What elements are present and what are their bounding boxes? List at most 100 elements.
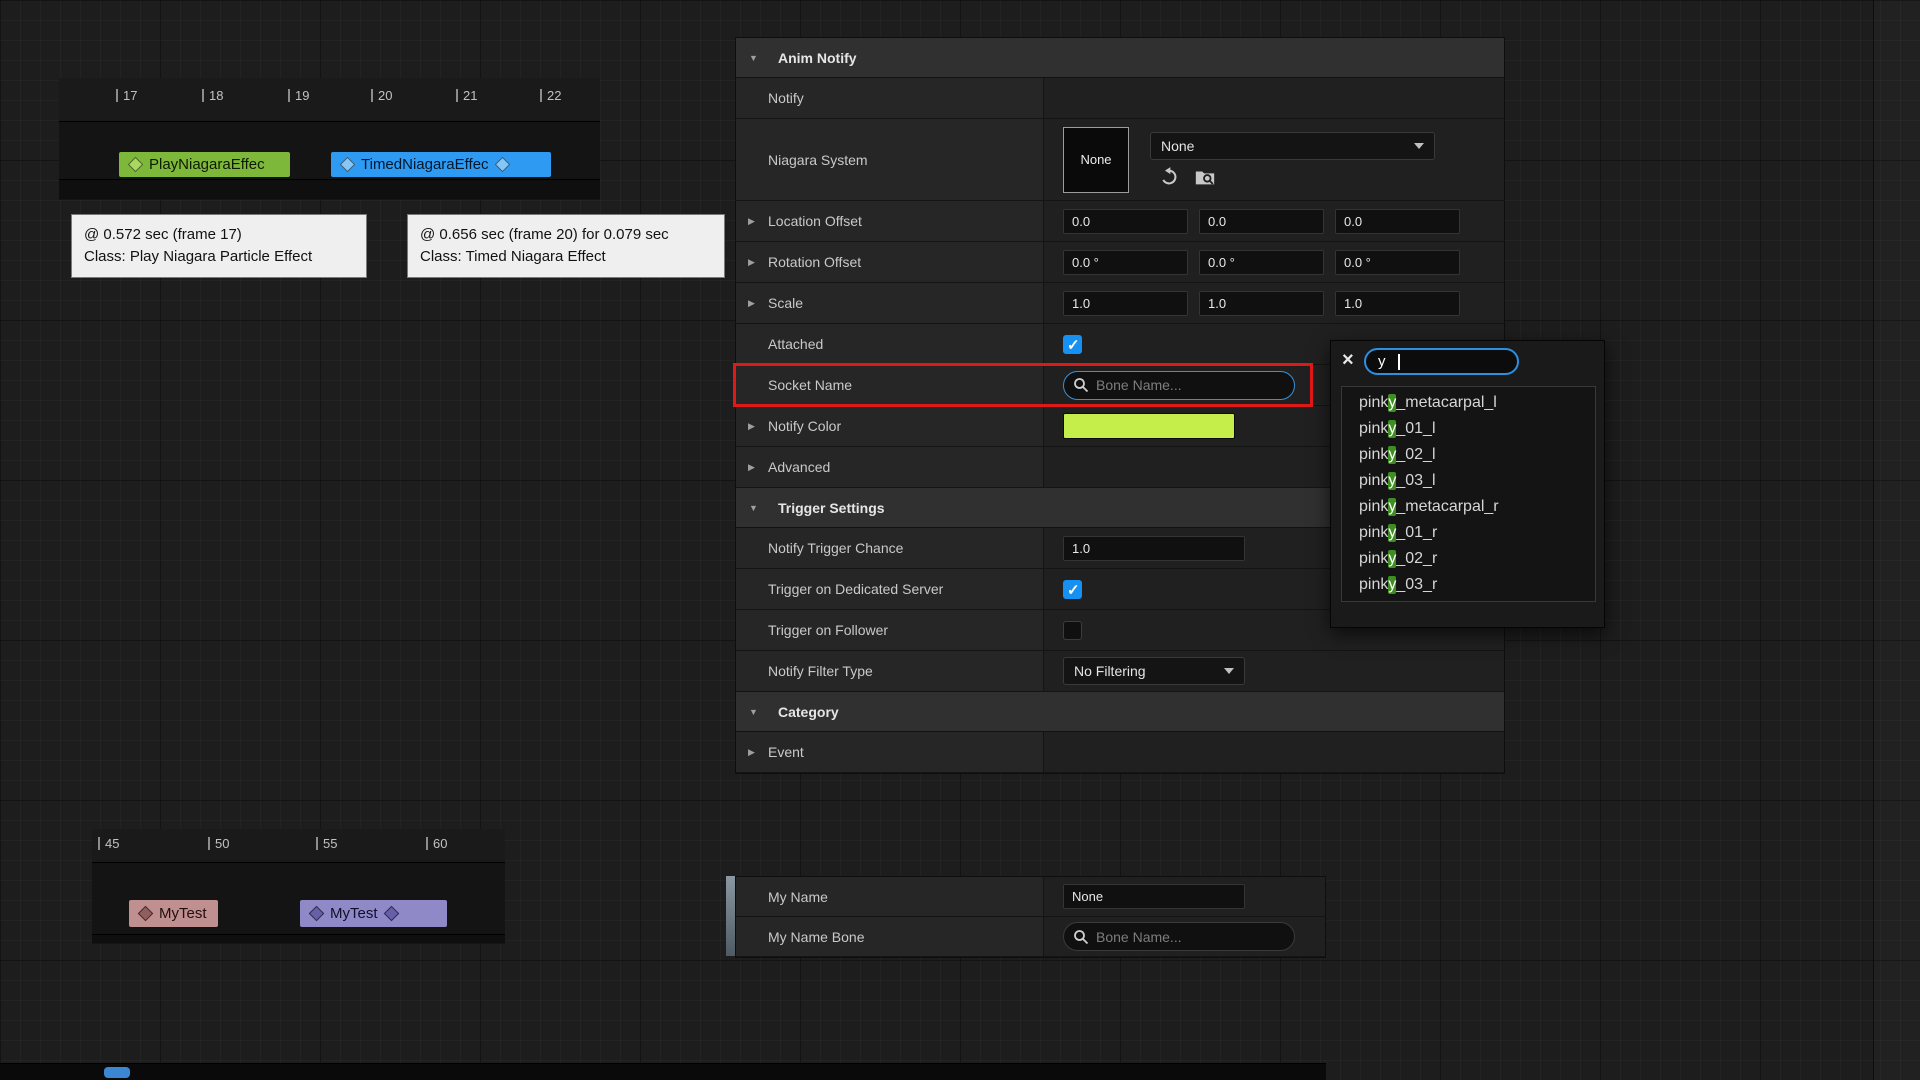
section-anim-notify[interactable]: Anim Notify (736, 38, 1504, 78)
row-label: Location Offset (768, 213, 862, 229)
browse-to-asset-icon[interactable] (1194, 166, 1216, 188)
location-offset-x-field[interactable]: 0.0 (1063, 209, 1188, 234)
socket-name-search[interactable] (1063, 371, 1295, 400)
notify-lane[interactable]: MyTest MyTest (92, 863, 505, 943)
notify-filter-type-dropdown[interactable]: No Filtering (1063, 657, 1245, 685)
bone-option[interactable]: pinky_metacarpal_r (1342, 494, 1595, 520)
frame-tick: 22 (547, 89, 561, 102)
my-name-field[interactable]: None (1063, 884, 1245, 909)
row-label: Advanced (768, 459, 830, 475)
timeline-ruler[interactable]: 17 18 19 20 21 22 (59, 78, 600, 122)
scale-y-field[interactable]: 1.0 (1199, 291, 1324, 316)
notify-track-top: 17 18 19 20 21 22 PlayNiagaraEffec Timed… (59, 78, 600, 200)
section-title: Trigger Settings (778, 500, 885, 516)
frame-tick: 55 (323, 837, 337, 850)
trigger-on-follower-checkbox[interactable] (1063, 621, 1082, 640)
notify-trigger-chance-field[interactable]: 1.0 (1063, 536, 1245, 561)
trigger-on-dedicated-server-checkbox[interactable] (1063, 580, 1082, 599)
location-offset-y-field[interactable]: 0.0 (1199, 209, 1324, 234)
frame-tick: 19 (295, 89, 309, 102)
row-my-name: My Name None (736, 877, 1325, 917)
triangle-right-icon[interactable] (748, 421, 768, 432)
tooltip-time: @ 0.572 sec (frame 17) (84, 224, 354, 246)
row-label: Notify Color (768, 418, 841, 434)
close-icon[interactable]: × (1342, 350, 1354, 370)
horizontal-scrollbar[interactable] (0, 1063, 1326, 1080)
row-label: Niagara System (768, 152, 868, 168)
notify-handle-icon[interactable] (138, 906, 154, 922)
notify-label: MyTest (156, 905, 210, 922)
row-label: Scale (768, 295, 803, 311)
niagara-asset-dropdown[interactable]: None (1150, 132, 1435, 160)
row-label: Notify Filter Type (768, 663, 873, 679)
notify-handle-icon[interactable] (309, 906, 325, 922)
triangle-down-icon[interactable] (749, 503, 769, 513)
notify-timed-niagara-effect[interactable]: TimedNiagaraEffec (331, 152, 551, 177)
bone-option[interactable]: pinky_01_r (1342, 520, 1595, 546)
row-notify-filter-type: Notify Filter Type No Filtering (736, 651, 1504, 692)
row-notify: Notify (736, 78, 1504, 119)
bone-filter-input[interactable] (1378, 353, 1398, 370)
bone-option[interactable]: pinky_03_l (1342, 468, 1595, 494)
my-name-bone-input[interactable] (1096, 929, 1285, 945)
triangle-right-icon[interactable] (748, 747, 768, 758)
bone-picker-popup: × pinky_metacarpal_l pinky_01_l pinky_02… (1330, 340, 1605, 628)
notify-handle-icon[interactable] (340, 157, 356, 173)
frame-tick: 17 (123, 89, 137, 102)
row-label: Notify (768, 90, 804, 106)
search-icon (1073, 377, 1089, 393)
triangle-right-icon[interactable] (748, 298, 768, 309)
use-selected-asset-icon[interactable] (1158, 166, 1180, 188)
notify-mytest-1[interactable]: MyTest (129, 900, 218, 927)
scale-z-field[interactable]: 1.0 (1335, 291, 1460, 316)
bone-option[interactable]: pinky_02_l (1342, 442, 1595, 468)
tooltip-class: Class: Timed Niagara Effect (420, 246, 712, 268)
row-label: Rotation Offset (768, 254, 861, 270)
socket-name-input[interactable] (1096, 377, 1285, 393)
triangle-right-icon[interactable] (748, 257, 768, 268)
bone-filter-field[interactable] (1364, 348, 1519, 375)
notify-handle-icon[interactable] (494, 157, 510, 173)
notify-handle-icon[interactable] (128, 157, 144, 173)
notify-track-bottom: 45 50 55 60 MyTest MyTest (92, 829, 505, 944)
section-category[interactable]: Category (736, 692, 1504, 732)
tooltip-time: @ 0.656 sec (frame 20) for 0.079 sec (420, 224, 712, 246)
right-panel-edge (1873, 0, 1920, 1080)
frame-tick: 21 (463, 89, 477, 102)
notify-lane[interactable]: PlayNiagaraEffec TimedNiagaraEffec (59, 122, 600, 199)
timeline-ruler[interactable]: 45 50 55 60 (92, 829, 505, 863)
bone-option[interactable]: pinky_01_l (1342, 416, 1595, 442)
rotation-offset-z-field[interactable]: 0.0 ° (1335, 250, 1460, 275)
rotation-offset-x-field[interactable]: 0.0 ° (1063, 250, 1188, 275)
row-niagara-system: Niagara System None None (736, 119, 1504, 201)
bone-option[interactable]: pinky_metacarpal_l (1342, 390, 1595, 416)
attached-checkbox[interactable] (1063, 335, 1082, 354)
notify-tooltip: @ 0.656 sec (frame 20) for 0.079 sec Cla… (407, 214, 725, 278)
frame-tick: 20 (378, 89, 392, 102)
bone-suggestion-list: pinky_metacarpal_l pinky_01_l pinky_02_l… (1341, 386, 1596, 602)
triangle-right-icon[interactable] (748, 216, 768, 227)
bone-option[interactable]: pinky_03_r (1342, 572, 1595, 598)
location-offset-z-field[interactable]: 0.0 (1335, 209, 1460, 234)
notify-tooltip: @ 0.572 sec (frame 17) Class: Play Niaga… (71, 214, 367, 278)
triangle-down-icon[interactable] (749, 53, 769, 63)
notify-handle-icon[interactable] (383, 906, 399, 922)
frame-tick: 60 (433, 837, 447, 850)
notify-play-niagara-effect[interactable]: PlayNiagaraEffec (119, 152, 290, 177)
rotation-offset-y-field[interactable]: 0.0 ° (1199, 250, 1324, 275)
notify-label: TimedNiagaraEffec (358, 156, 492, 173)
canvas-background: { "colors": { "focus_blue": "#2e8fe0", "… (0, 0, 1920, 1080)
row-label: My Name Bone (768, 929, 864, 945)
scrollbar-thumb[interactable] (104, 1067, 130, 1078)
niagara-asset-thumbnail[interactable]: None (1063, 127, 1129, 193)
bone-option[interactable]: pinky_02_r (1342, 546, 1595, 572)
row-label: Socket Name (768, 377, 852, 393)
my-name-bone-search[interactable] (1063, 922, 1295, 951)
triangle-right-icon[interactable] (748, 462, 768, 473)
frame-tick: 45 (105, 837, 119, 850)
row-label: My Name (768, 889, 828, 905)
notify-color-swatch[interactable] (1063, 413, 1235, 439)
triangle-down-icon[interactable] (749, 707, 769, 717)
scale-x-field[interactable]: 1.0 (1063, 291, 1188, 316)
notify-mytest-2[interactable]: MyTest (300, 900, 447, 927)
